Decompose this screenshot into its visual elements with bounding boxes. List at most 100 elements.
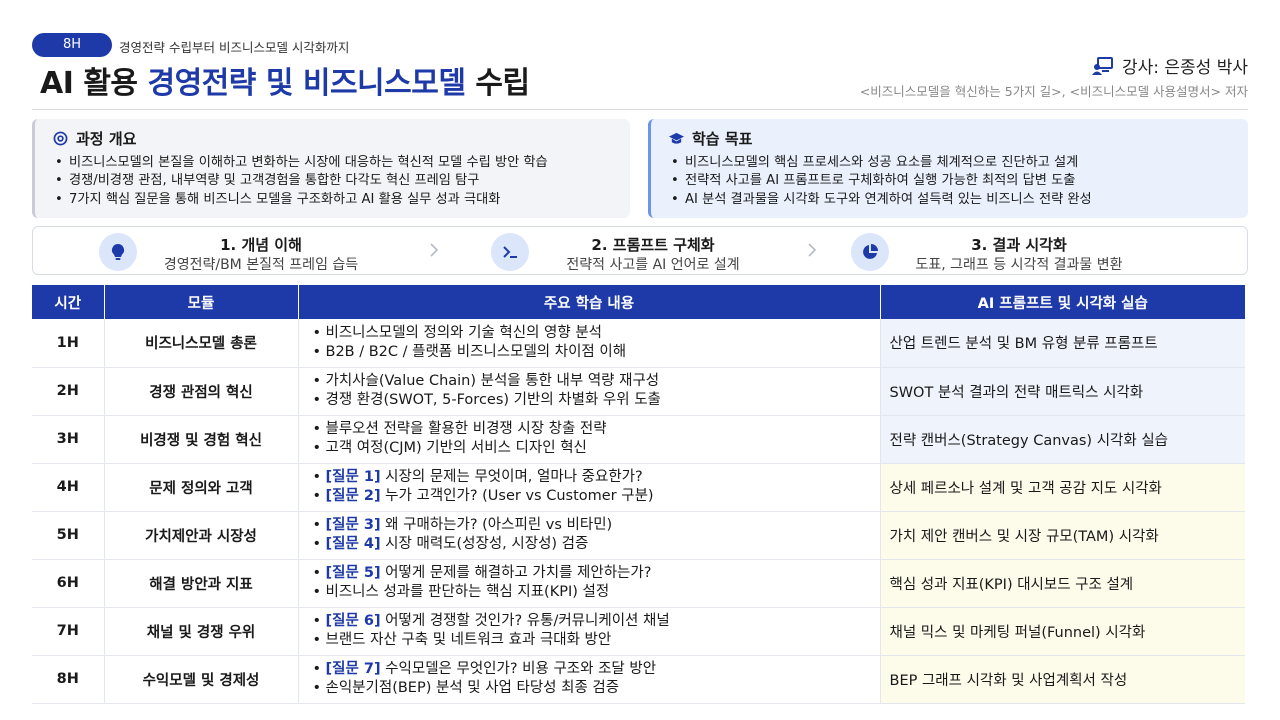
question-label: [질문 2] [325,488,381,504]
author-books: <비즈니스모델을 혁신하는 5가지 길>, <비즈니스모델 사용설명서> 저자 [859,84,1248,99]
row-time: 1H [32,319,105,368]
overview-item: 경쟁/비경쟁 관점, 내부역량 및 고객경험을 통합한 다각도 혁신 프레임 탐… [53,172,614,191]
step-visualize: 3. 결과 시각화 도표, 그래프 등 시각적 결과물 변환 [851,233,1171,273]
header-ai-practice: AI 프롬프트 및 시각화 실습 [880,285,1245,319]
content-line: [질문 6] 어떻게 경쟁할 것인가? 유통/커뮤니케이션 채널 [313,612,880,631]
row-module: 해결 방안과 지표 [104,559,299,608]
header-content: 주요 학습 내용 [298,285,881,319]
row-ai-practice: 핵심 성과 지표(KPI) 대시보드 구조 설계 [880,559,1245,608]
title-highlight: 경영전략 및 비즈니스모델 [147,66,466,101]
content-line: 고객 여정(CJM) 기반의 서비스 디자인 혁신 [313,439,880,458]
step-title: 2. 프롬프트 구체화 [591,236,715,254]
row-content: [질문 3] 왜 구매하는가? (아스피린 vs 비타민)[질문 4] 시장 매… [298,511,881,560]
table-header-row: 시간 모듈 주요 학습 내용 AI 프롬프트 및 시각화 실습 [32,285,1245,319]
terminal-icon [503,246,517,258]
question-label: [질문 1] [325,469,381,485]
row-ai-practice: 채널 믹스 및 마케팅 퍼널(Funnel) 시각화 [880,607,1245,656]
lightbulb-icon [111,243,125,260]
content-line: 가치사슬(Value Chain) 분석을 통한 내부 역량 재구성 [313,372,880,391]
step-title: 3. 결과 시각화 [971,236,1067,254]
row-time: 3H [32,415,105,464]
row-content: 비즈니스모델의 정의와 기술 혁신의 영향 분석 B2B / B2C / 플랫폼 … [298,319,881,368]
row-content: [질문 7] 수익모델은 무엇인가? 비용 구조와 조달 방안손익분기점(BEP… [298,655,881,704]
content-text: 브랜드 자산 구축 및 네트워크 효과 극대화 방안 [325,632,612,648]
curriculum-table: 시간 모듈 주요 학습 내용 AI 프롬프트 및 시각화 실습 1H 비즈니스모… [32,285,1245,704]
goal-item: 비즈니스모델의 핵심 프로세스와 성공 요소를 체계적으로 진단하고 설계 [669,154,1232,173]
content-line: [질문 4] 시장 매력도(성장성, 시장성) 검증 [313,535,880,554]
page-title: AI 활용 경영전략 및 비즈니스모델 수립 [40,58,530,102]
goal-item: 전략적 사고를 AI 프롬프트로 구체화하여 실행 가능한 최적의 답변 도출 [669,172,1232,191]
table-row: 6H 해결 방안과 지표 [질문 5] 어떻게 문제를 해결하고 가치를 제안하… [32,559,1245,608]
overview-item: 비즈니스모델의 본질을 이해하고 변화하는 시장에 대응하는 혁신적 모델 수립… [53,154,614,173]
row-ai-practice: 상세 페르소나 설계 및 고객 공감 지도 시각화 [880,463,1245,512]
overview-item: 7가지 핵심 질문을 통해 비즈니스 모델을 구조화하고 AI 활용 실무 성과… [53,191,614,210]
table-row: 2H 경쟁 관점의 혁신 가치사슬(Value Chain) 분석을 통한 내부… [32,367,1245,416]
chevron-right-icon [808,243,817,257]
table-row: 5H 가치제안과 시장성 [질문 3] 왜 구매하는가? (아스피린 vs 비타… [32,511,1245,560]
content-text: 비즈니스모델의 정의와 기술 혁신의 영향 분석 [325,324,603,341]
row-time: 8H [32,655,105,704]
header-time: 시간 [32,285,105,319]
question-label: [질문 3] [325,517,381,533]
row-module: 비경쟁 및 경험 혁신 [104,415,299,464]
content-text: 가치사슬(Value Chain) 분석을 통한 내부 역량 재구성 [325,373,660,389]
row-content: [질문 1] 시장의 문제는 무엇이며, 얼마나 중요한가? [질문 2] 누가 … [298,463,881,512]
question-label: [질문 6] [325,613,381,629]
row-ai-practice: SWOT 분석 결과의 전략 매트릭스 시각화 [880,367,1245,416]
learning-goals-box: 학습 목표 비즈니스모델의 핵심 프로세스와 성공 요소를 체계적으로 진단하고… [648,119,1248,218]
teacher-icon [1091,56,1113,75]
row-time: 6H [32,559,105,608]
step-icon-circle [851,233,889,271]
step-desc: 경영전략/BM 본질적 프레임 습득 [163,257,359,273]
row-ai-practice: 전략 캔버스(Strategy Canvas) 시각화 실습 [880,415,1245,464]
content-text: 왜 구매하는가? (아스피린 vs 비타민) [380,517,613,533]
content-line: 비즈니스 성과를 판단하는 핵심 지표(KPI) 설정 [313,583,880,602]
content-line: 브랜드 자산 구축 및 네트워크 효과 극대화 방안 [313,631,880,650]
goal-item: AI 분석 결과물을 시각화 도구와 연계하여 설득력 있는 비즈니스 전략 완… [669,191,1232,210]
row-time: 5H [32,511,105,560]
title-part2: 수립 [465,66,530,101]
question-label: [질문 4] [325,536,381,552]
table-row: 8H 수익모델 및 경제성 [질문 7] 수익모델은 무엇인가? 비용 구조와 … [32,655,1245,704]
learning-steps: 1. 개념 이해 경영전략/BM 본질적 프레임 습득 2. 프롬프트 구체화 … [32,226,1248,275]
graduation-cap-icon [669,132,684,144]
question-label: [질문 7] [325,661,381,677]
content-line: 손익분기점(BEP) 분석 및 사업 타당성 최종 검증 [313,679,880,698]
row-content: [질문 5] 어떻게 문제를 해결하고 가치를 제안하는가?비즈니스 성과를 판… [298,559,881,608]
row-module: 수익모델 및 경제성 [104,655,299,704]
content-text: 고객 여정(CJM) 기반의 서비스 디자인 혁신 [325,440,587,456]
content-text: 블루오션 전략을 활용한 비경쟁 시장 창출 전략 [325,421,607,437]
content-line: B2B / B2C / 플랫폼 비즈니스모델의 차이점 이해 [313,343,880,362]
content-line: [질문 3] 왜 구매하는가? (아스피린 vs 비타민) [313,516,880,535]
goals-title: 학습 목표 [692,130,753,148]
content-line: 경쟁 환경(SWOT, 5-Forces) 기반의 차별화 우위 도출 [313,391,880,410]
step-icon-circle [99,233,137,271]
row-time: 4H [32,463,105,512]
content-line: [질문 5] 어떻게 문제를 해결하고 가치를 제안하는가? [313,564,880,583]
content-text: 비즈니스 성과를 판단하는 핵심 지표(KPI) 설정 [325,584,610,600]
row-module: 문제 정의와 고객 [104,463,299,512]
step-desc: 도표, 그래프 등 시각적 결과물 변환 [915,257,1123,273]
content-line: 비즈니스모델의 정의와 기술 혁신의 영향 분석 [313,324,880,343]
row-content: [질문 6] 어떻게 경쟁할 것인가? 유통/커뮤니케이션 채널브랜드 자산 구… [298,607,881,656]
row-module: 경쟁 관점의 혁신 [104,367,299,416]
step-desc: 전략적 사고를 AI 언어로 설계 [566,257,740,273]
content-line: [질문 7] 수익모델은 무엇인가? 비용 구조와 조달 방안 [313,660,880,679]
header-divider [32,109,1248,110]
table-row: 1H 비즈니스모델 총론 비즈니스모델의 정의와 기술 혁신의 영향 분석 B2B… [32,319,1245,368]
instructor-name: 강사: 은종성 박사 [1121,58,1248,78]
row-module: 가치제안과 시장성 [104,511,299,560]
pie-chart-icon [863,244,878,259]
target-icon [53,131,68,146]
row-ai-practice: 산업 트렌드 분석 및 BM 유형 분류 프롬프트 [880,319,1245,368]
course-subtitle: 경영전략 수립부터 비즈니스모델 시각화까지 [119,40,350,55]
question-label: [질문 5] [325,565,381,581]
content-text: 시장의 문제는 무엇이며, 얼마나 중요한가? [380,469,643,485]
content-text: B2B / B2C / 플랫폼 비즈니스모델의 차이점 이해 [325,343,627,360]
course-overview-box: 과정 개요 비즈니스모델의 본질을 이해하고 변화하는 시장에 대응하는 혁신적… [32,119,630,218]
overview-title: 과정 개요 [76,130,137,148]
row-module: 비즈니스모델 총론 [104,319,299,368]
content-line: 블루오션 전략을 활용한 비경쟁 시장 창출 전략 [313,420,880,439]
content-text: 경쟁 환경(SWOT, 5-Forces) 기반의 차별화 우위 도출 [325,392,661,408]
content-line: [질문 2] 누가 고객인가? (User vs Customer 구분) [313,487,880,506]
